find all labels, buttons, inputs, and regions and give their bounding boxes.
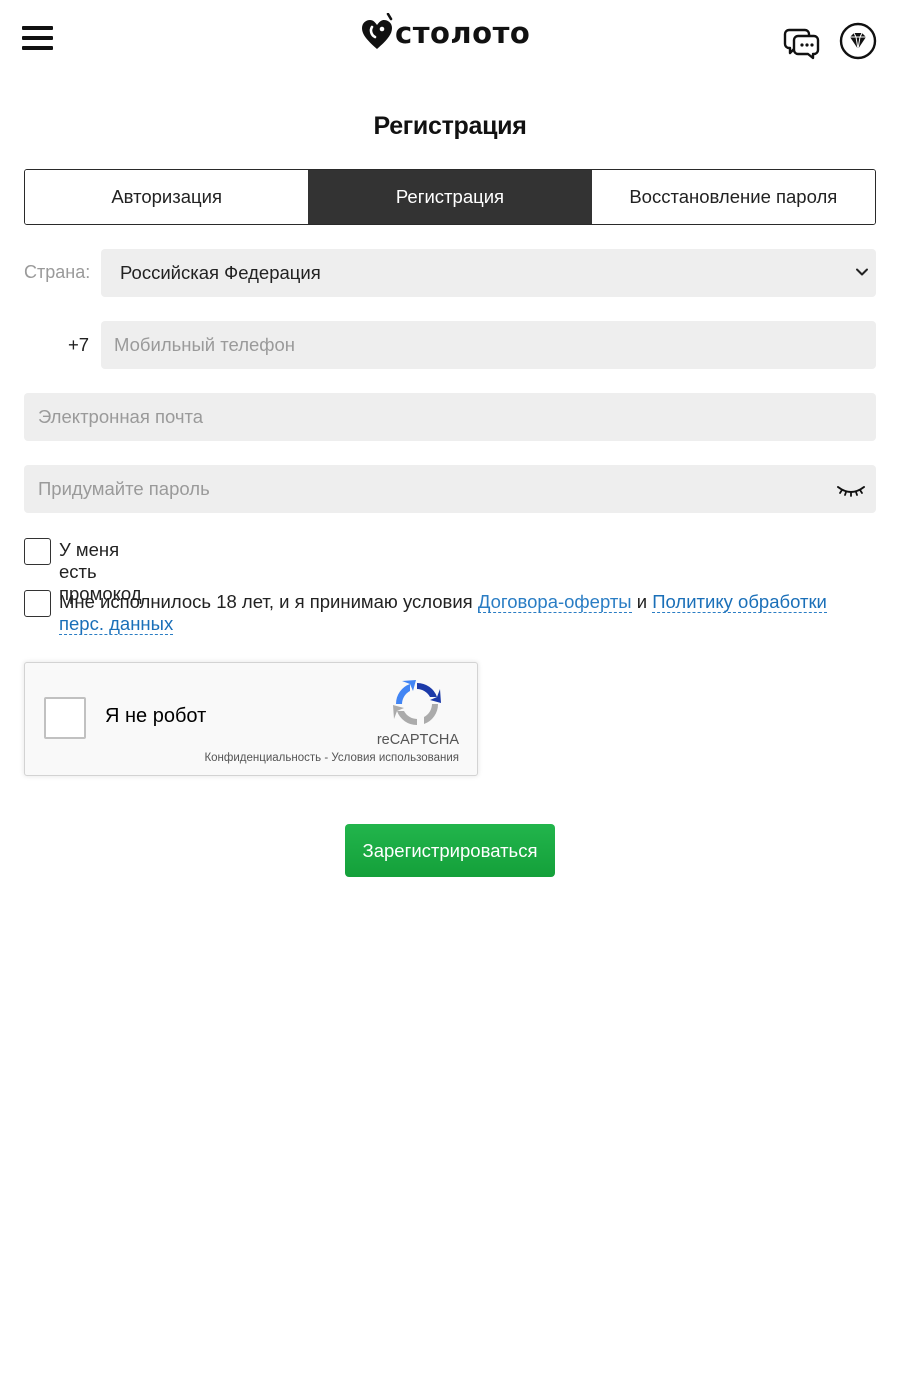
diamond-icon[interactable] — [839, 22, 877, 60]
hamburger-menu-icon[interactable] — [22, 26, 54, 50]
country-value: Российская Федерация — [120, 262, 321, 283]
stoloto-logo[interactable]: столото — [360, 12, 530, 52]
email-placeholder: Электронная почта — [38, 406, 204, 427]
agreement-and: и — [636, 591, 648, 612]
page-title: Регистрация — [373, 112, 527, 140]
recaptcha-brand: reCAPTCHA — [376, 732, 459, 748]
phone-placeholder: Мобильный телефон — [114, 334, 296, 355]
agreement-checkbox[interactable] — [24, 590, 51, 617]
promo-checkbox[interactable] — [24, 538, 51, 565]
recaptcha-separator: - — [324, 752, 329, 764]
phone-input[interactable]: Мобильный телефон — [101, 321, 876, 369]
chevron-down-icon — [856, 268, 868, 276]
email-input[interactable]: Электронная почта — [24, 393, 876, 441]
country-select[interactable]: Российская Федерация — [101, 249, 876, 297]
tab-login[interactable]: Авторизация — [25, 170, 309, 224]
country-label: Страна: — [24, 262, 91, 282]
offer-contract-link[interactable]: Договора-оферты — [477, 591, 632, 613]
tab-registration[interactable]: Регистрация — [308, 170, 592, 224]
recaptcha-privacy-link[interactable]: Конфиденциальность — [204, 752, 321, 764]
tab-password-recovery[interactable]: Восстановление пароля — [591, 170, 875, 224]
password-placeholder: Придумайте пароль — [38, 478, 210, 499]
header: столото — [0, 0, 900, 80]
recaptcha-label: Я не робот — [105, 705, 207, 727]
chat-bubbles-icon[interactable] — [783, 22, 821, 60]
eye-closed-icon[interactable] — [836, 478, 866, 500]
phone-prefix: +7 — [68, 334, 90, 355]
agreement-label: Мне исполнилось 18 лет, и я принимаю усл… — [59, 591, 869, 635]
register-button[interactable]: Зарегистрироваться — [345, 824, 555, 877]
recaptcha-widget: Я не робот reCAPTCHA Конфиденциальность … — [24, 662, 478, 776]
recaptcha-links: Конфиденциальность - Условия использован… — [204, 752, 459, 764]
recaptcha-terms-link[interactable]: Условия использования — [331, 752, 459, 764]
recaptcha-checkbox[interactable] — [44, 697, 86, 739]
agreement-text: Мне исполнилось 18 лет, и я принимаю усл… — [59, 591, 473, 612]
recaptcha-logo-icon — [393, 680, 441, 726]
auth-tabs: Авторизация Регистрация Восстановление п… — [24, 169, 876, 225]
password-input[interactable]: Придумайте пароль — [24, 465, 876, 513]
logo-text: столото — [395, 15, 531, 50]
logo-heart-icon — [362, 13, 393, 49]
